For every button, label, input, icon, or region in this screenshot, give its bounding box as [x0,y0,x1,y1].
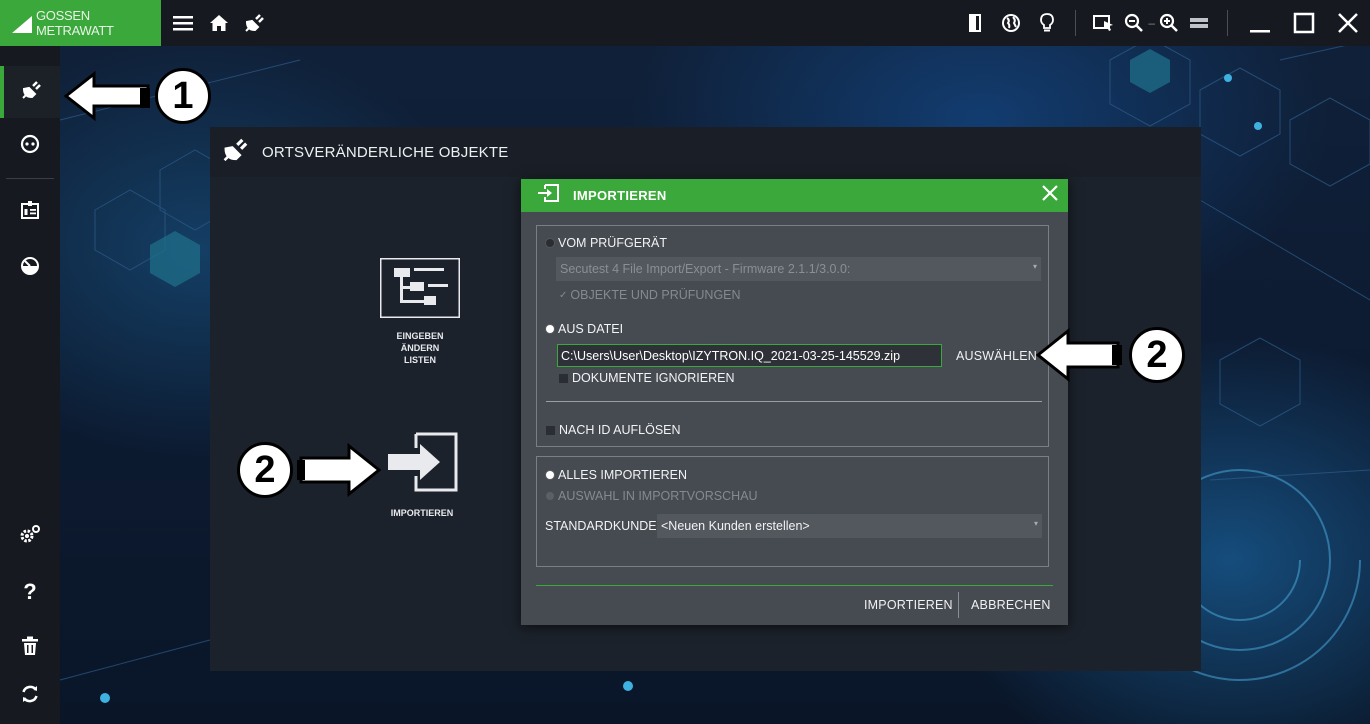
radio-from-file[interactable]: AUS DATEI [546,322,623,336]
sidebar-item-evaluation[interactable] [0,242,60,294]
checkbox-objects-tests-label: OBJEKTE UND PRÜFUNGEN [570,288,741,302]
sidebar-item-portable-objects[interactable] [0,66,60,118]
sidebar-item-settings[interactable] [0,510,60,562]
top-bar: GOSSEN METRAWATT – [0,0,1370,46]
tile-edit-line2: ÄNDERN [400,343,440,353]
radio-indicator [546,325,554,333]
footer-divider [536,585,1053,586]
close-icon[interactable] [1326,0,1370,46]
minimize-icon[interactable] [1238,0,1282,46]
radio-selection-preview[interactable]: AUSWAHL IN IMPORTVORSCHAU [546,489,758,503]
callout-number-2-right: 2 [1129,327,1185,383]
select-cursor-icon[interactable] [1086,0,1122,46]
brand-logo: GOSSEN METRAWATT [0,0,161,46]
dialog-header: IMPORTIEREN [521,179,1068,212]
sync-icon [20,684,40,709]
toolbar-separator [1227,10,1228,36]
maximize-icon[interactable] [1282,0,1326,46]
radio-selection-preview-label: AUSWAHL IN IMPORTVORSCHAU [558,489,758,503]
radio-indicator [546,239,554,247]
radio-indicator [546,471,554,479]
door-icon[interactable] [957,0,993,46]
close-icon [1042,184,1058,206]
zoom-dash: – [1148,16,1155,30]
trash-icon [21,636,39,661]
device-select[interactable]: Secutest 4 File Import/Export - Firmware… [556,257,1041,281]
default-customer-select[interactable]: <Neuen Kunden erstellen> ▾ [657,514,1042,538]
checkmark-icon: ✓ [559,289,568,301]
socket-icon [20,134,40,159]
callout-number-2-left: 2 [237,442,293,498]
sidebar-item-help[interactable]: ? [0,566,60,618]
radio-import-all-label: ALLES IMPORTIEREN [558,468,687,482]
checkbox-ignore-documents-label: DOKUMENTE IGNORIEREN [572,371,735,385]
zoom-in-icon[interactable] [1157,0,1181,46]
badge-icon [20,200,40,225]
sidebar-item-sockets[interactable] [0,120,60,172]
radio-indicator [546,492,554,500]
tile-edit-line3: LISTEN [403,355,436,365]
group-divider [546,401,1042,402]
home-icon[interactable] [201,0,237,46]
globe-icon[interactable] [993,0,1029,46]
help-icon: ? [23,579,37,604]
cancel-button[interactable]: ABBRECHEN [971,598,1051,612]
checkbox-indicator [546,425,555,435]
settings-icon [19,524,41,549]
file-path-input[interactable]: C:\Users\User\Desktop\IZYTRON.IQ_2021-03… [557,344,942,367]
sidebar: ? [0,46,60,724]
gauge-icon [20,256,40,281]
menu-icon[interactable] [165,0,201,46]
dropdown-arrow-icon: ▾ [1032,262,1037,271]
import-icon [384,432,460,497]
zoom-out-icon[interactable] [1122,0,1146,46]
plug-icon[interactable] [237,0,273,46]
checkbox-objects-tests[interactable]: ✓ OBJEKTE UND PRÜFUNGEN [559,288,741,302]
checkbox-ignore-documents[interactable]: DOKUMENTE IGNORIEREN [559,371,735,385]
choose-file-button[interactable]: AUSWÄHLEN [956,349,1037,363]
page-title: ORTSVERÄNDERLICHE OBJEKTE [262,143,509,161]
callout-arrow-1 [63,70,152,127]
lightbulb-icon[interactable] [1029,0,1065,46]
callout-number-1: 1 [155,68,211,124]
default-customer-label: STANDARDKUNDE [545,519,657,533]
plug-icon [222,137,250,168]
sidebar-item-sync[interactable] [0,670,60,722]
radio-from-device-label: VOM PRÜFGERÄT [558,236,668,250]
radio-import-all[interactable]: ALLES IMPORTIEREN [546,468,687,482]
checkbox-resolve-by-id-label: NACH ID AUFLÖSEN [559,423,681,437]
screen-icon[interactable] [1181,0,1217,46]
dialog-title: IMPORTIEREN [573,188,667,203]
checkbox-resolve-by-id[interactable]: NACH ID AUFLÖSEN [546,423,681,437]
radio-from-file-label: AUS DATEI [558,322,624,336]
main-header: ORTSVERÄNDERLICHE OBJEKTE [210,127,1201,177]
import-button[interactable]: IMPORTIEREN [864,598,953,612]
import-icon [537,184,559,207]
dialog-close-button[interactable] [1038,183,1062,207]
device-select-value: Secutest 4 File Import/Export - Firmware… [560,262,851,276]
tile-edit-line1: EINGEBEN [396,331,444,341]
callout-arrow-2-left [295,442,382,503]
plug-icon [21,80,43,105]
tile-import-label: IMPORTIEREN [390,508,454,518]
toolbar-separator [1075,10,1077,36]
callout-arrow-2-right [1035,327,1124,388]
footer-separator [958,592,959,618]
default-customer-value: <Neuen Kunden erstellen> [661,519,810,533]
tree-list-icon [378,256,462,323]
sidebar-item-trash[interactable] [0,622,60,674]
checkbox-indicator [559,373,568,383]
logo-triangle-icon [12,15,32,33]
dropdown-arrow-icon: ▾ [1033,519,1038,528]
brand-name: GOSSEN METRAWATT [36,8,114,38]
radio-from-device[interactable]: VOM PRÜFGERÄT [546,236,667,250]
sidebar-divider [6,178,54,179]
sidebar-item-customers[interactable] [0,186,60,238]
